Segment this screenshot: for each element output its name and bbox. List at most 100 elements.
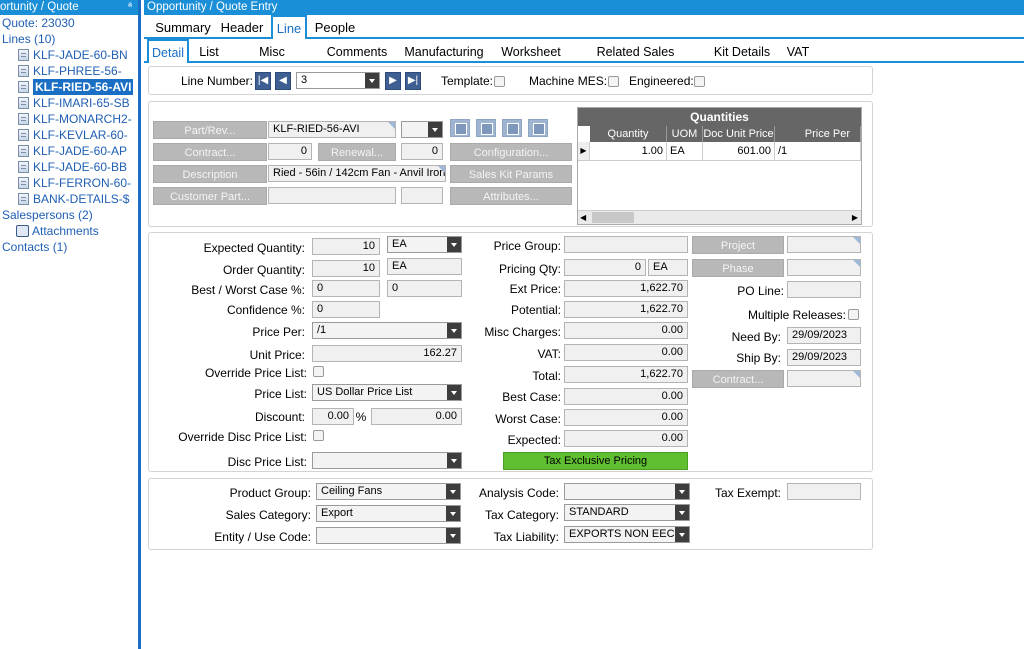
part-search-icon[interactable]	[450, 119, 470, 137]
discount-amount-field[interactable]: 0.00	[371, 408, 462, 425]
tree-line-item[interactable]: KLF-JADE-60-AP	[0, 143, 138, 159]
ext-price-field[interactable]: 1,622.70	[564, 280, 688, 297]
phase-button[interactable]: Phase	[692, 259, 784, 277]
entity-use-code-select[interactable]	[316, 527, 461, 544]
order-quantity-field[interactable]: 10	[312, 260, 380, 277]
renewal-button[interactable]: Renewal...	[318, 143, 396, 161]
scrollbar-thumb[interactable]	[592, 212, 634, 223]
tree-line-item[interactable]: BANK-DETAILS-$	[0, 191, 138, 207]
column-header-doc-unit-price[interactable]: Doc Unit Price	[703, 126, 775, 142]
tab-summary[interactable]: Summary	[150, 17, 216, 39]
tab-vat[interactable]: VAT	[784, 41, 812, 63]
column-header-uom[interactable]: UOM	[667, 126, 703, 142]
attributes-button[interactable]: Attributes...	[450, 187, 572, 205]
tab-header[interactable]: Header	[218, 17, 266, 39]
tax-exempt-field[interactable]	[787, 483, 861, 500]
expected-quantity-field[interactable]: 10	[312, 238, 380, 255]
tree-line-item[interactable]: KLF-JADE-60-BN	[0, 47, 138, 63]
tab-kit-details[interactable]: Kit Details	[713, 41, 771, 63]
horizontal-scrollbar[interactable]: ◀ ▶	[578, 210, 861, 224]
potential-field[interactable]: 1,622.70	[564, 301, 688, 318]
scroll-right-icon[interactable]: ▶	[852, 213, 858, 222]
engineered-checkbox[interactable]	[694, 76, 705, 87]
override-disc-price-list-checkbox[interactable]	[313, 430, 324, 441]
project-field[interactable]	[787, 236, 861, 253]
price-list-select[interactable]: US Dollar Price List	[312, 384, 462, 401]
tree-item-quote[interactable]: Quote: 23030	[0, 15, 138, 31]
phase-field[interactable]	[787, 259, 861, 276]
renewal-field[interactable]: 0	[401, 143, 443, 160]
tree-line-item[interactable]: KLF-KEVLAR-60-	[0, 127, 138, 143]
tab-related-sales-orders[interactable]: Related Sales Orders	[578, 41, 693, 81]
worst-case-pct-field[interactable]: 0	[387, 280, 462, 297]
analysis-code-select[interactable]	[564, 483, 690, 500]
customer-part-rev-field[interactable]	[401, 187, 443, 204]
description-button[interactable]: Description	[153, 165, 267, 183]
unit-price-field[interactable]: 162.27	[312, 345, 462, 362]
price-group-field[interactable]	[564, 236, 688, 253]
uom-cell[interactable]: EA	[667, 142, 703, 161]
column-header-price-per[interactable]: Price Per	[775, 126, 861, 142]
tab-manufacturing[interactable]: Manufacturing	[404, 41, 484, 63]
previous-record-button[interactable]: ◀	[275, 72, 291, 90]
template-checkbox[interactable]	[494, 76, 505, 87]
sales-kit-params-button[interactable]: Sales Kit Params	[450, 165, 572, 183]
confidence-field[interactable]: 0	[312, 301, 380, 318]
pin-icon[interactable]: ª	[128, 0, 132, 15]
contract-button[interactable]: Contract...	[153, 143, 267, 161]
tax-liability-select[interactable]: EXPORTS NON EEC	[564, 526, 690, 543]
configuration-button[interactable]: Configuration...	[450, 143, 572, 161]
best-case-pct-field[interactable]: 0	[312, 280, 380, 297]
tax-category-select[interactable]: STANDARD	[564, 504, 690, 521]
tab-detail[interactable]: Detail	[147, 39, 189, 63]
part-number-field[interactable]: KLF-RIED-56-AVI	[268, 121, 396, 138]
tree-line-item[interactable]: KLF-MONARCH2-	[0, 111, 138, 127]
release-contract-field[interactable]	[787, 370, 861, 387]
tab-misc-charges[interactable]: Misc Charges	[234, 41, 310, 81]
expected-uom-select[interactable]: EA	[387, 236, 462, 253]
tab-comments[interactable]: Comments	[326, 41, 388, 63]
need-by-field[interactable]: 29/09/2023	[787, 327, 861, 344]
tree-item-attachments[interactable]: Attachments	[0, 223, 138, 239]
first-record-button[interactable]: |◀	[255, 72, 271, 90]
column-header-quantity[interactable]: Quantity	[590, 126, 667, 142]
image-icon[interactable]	[476, 119, 496, 137]
line-number-select[interactable]: 3	[296, 72, 380, 89]
quantity-cell[interactable]: 1.00	[590, 142, 667, 161]
pricing-uom-field[interactable]: EA	[648, 259, 688, 276]
price-per-cell[interactable]: /1	[775, 142, 861, 161]
tree-line-item[interactable]: KLF-RIED-56-AVI	[0, 79, 138, 95]
part-rev-button[interactable]: Part/Rev...	[153, 121, 267, 139]
last-record-button[interactable]: ▶|	[405, 72, 421, 90]
multiple-releases-checkbox[interactable]	[848, 309, 859, 320]
customer-part-button[interactable]: Customer Part...	[153, 187, 267, 205]
ship-by-field[interactable]: 29/09/2023	[787, 349, 861, 366]
sales-category-select[interactable]: Export	[316, 505, 461, 522]
tree-item-contacts[interactable]: Contacts (1)	[0, 239, 138, 255]
machine-mes-checkbox[interactable]	[608, 76, 619, 87]
expected-field[interactable]: 0.00	[564, 430, 688, 447]
total-field[interactable]: 1,622.70	[564, 366, 688, 383]
next-record-button[interactable]: ▶	[385, 72, 401, 90]
tree-line-item[interactable]: KLF-IMARI-65-SB	[0, 95, 138, 111]
override-price-list-checkbox[interactable]	[313, 366, 324, 377]
release-contract-button[interactable]: Contract...	[692, 370, 784, 388]
description-field[interactable]: Ried - 56in / 142cm Fan - Anvil Iron	[268, 165, 446, 182]
tab-people[interactable]: People	[312, 17, 358, 39]
customer-part-field[interactable]	[268, 187, 396, 204]
misc-charges-field[interactable]: 0.00	[564, 322, 688, 339]
scroll-left-icon[interactable]: ◀	[580, 213, 586, 222]
discount-pct-field[interactable]: 0.00	[312, 408, 354, 425]
worst-case-field[interactable]: 0.00	[564, 409, 688, 426]
order-uom-field[interactable]: EA	[387, 258, 462, 275]
tree-line-item[interactable]: KLF-FERRON-60-	[0, 175, 138, 191]
tab-list[interactable]: List	[196, 41, 222, 63]
copy-icon[interactable]	[528, 119, 548, 137]
tree-item-salespersons[interactable]: Salespersons (2)	[0, 207, 138, 223]
product-group-select[interactable]: Ceiling Fans	[316, 483, 461, 500]
vat-field[interactable]: 0.00	[564, 344, 688, 361]
tax-exclusive-pricing-button[interactable]: Tax Exclusive Pricing	[503, 452, 688, 470]
contract-field[interactable]: 0	[268, 143, 312, 160]
disc-price-list-select[interactable]	[312, 452, 462, 469]
tab-worksheet[interactable]: Worksheet	[501, 41, 561, 63]
